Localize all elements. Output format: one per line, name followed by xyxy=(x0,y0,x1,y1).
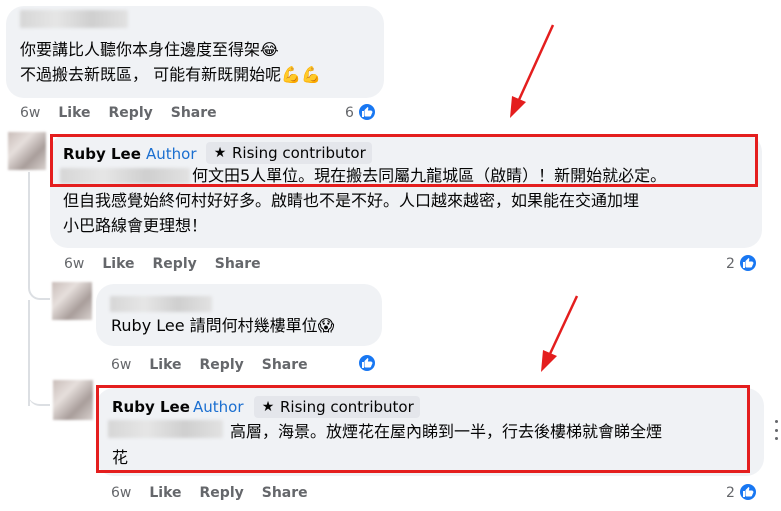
thumbs-up-icon[interactable] xyxy=(357,102,377,122)
thumbs-up-icon[interactable] xyxy=(357,353,377,373)
timestamp[interactable]: 6w xyxy=(20,105,40,121)
annotation-highlight xyxy=(50,134,758,187)
share-button[interactable]: Share xyxy=(215,256,261,272)
like-button[interactable]: Like xyxy=(102,256,134,272)
thread-connector xyxy=(28,378,50,406)
like-button[interactable]: Like xyxy=(58,105,90,121)
timestamp[interactable]: 6w xyxy=(111,485,131,501)
comment-text: Ruby Lee 請問何村幾樓單位😱 xyxy=(111,316,335,335)
reaction-count[interactable]: 6 xyxy=(345,105,354,121)
reply-button[interactable]: Reply xyxy=(109,105,153,121)
thumbs-up-icon[interactable] xyxy=(738,253,758,273)
avatar[interactable] xyxy=(52,282,92,320)
comment-actions: 6w Like Reply Share xyxy=(111,485,308,501)
annotation-highlight xyxy=(96,385,750,473)
reply-button[interactable]: Reply xyxy=(153,256,197,272)
thread-connector xyxy=(28,268,50,300)
reply-button[interactable]: Reply xyxy=(200,485,244,501)
comment-actions: 6w Like Reply Share xyxy=(20,105,217,121)
comment-text-line: 但自我感覺始終何村好好多。啟睛也不是不好。人口越來越密，如果能在交通加埋 xyxy=(63,191,640,210)
timestamp[interactable]: 6w xyxy=(111,357,131,373)
annotation-arrow xyxy=(510,24,555,118)
reaction-count[interactable]: 2 xyxy=(726,256,735,272)
share-button[interactable]: Share xyxy=(262,485,308,501)
more-icon[interactable] xyxy=(771,420,781,440)
annotation-arrow xyxy=(541,295,579,372)
redacted-name xyxy=(110,296,212,312)
reply-button[interactable]: Reply xyxy=(200,357,244,373)
avatar[interactable] xyxy=(8,132,46,170)
redacted-name xyxy=(20,10,128,28)
reaction-count[interactable]: 2 xyxy=(726,485,735,501)
comment-text-line: 你要講比人聽你本身住邊度至得架😂 xyxy=(20,40,279,59)
comment-text-line: 不過搬去新既區， 可能有新既開始呢💪💪 xyxy=(20,65,321,84)
share-button[interactable]: Share xyxy=(171,105,217,121)
comment-text-line: 小巴路線會更理想！ xyxy=(63,216,208,235)
thumbs-up-icon[interactable] xyxy=(738,482,758,502)
share-button[interactable]: Share xyxy=(262,357,308,373)
timestamp[interactable]: 6w xyxy=(64,256,84,272)
like-button[interactable]: Like xyxy=(149,357,181,373)
avatar[interactable] xyxy=(53,380,93,420)
comment-actions: 6w Like Reply Share xyxy=(111,357,308,373)
comment-actions: 6w Like Reply Share xyxy=(64,256,261,272)
thread-line xyxy=(28,300,30,406)
like-button[interactable]: Like xyxy=(149,485,181,501)
